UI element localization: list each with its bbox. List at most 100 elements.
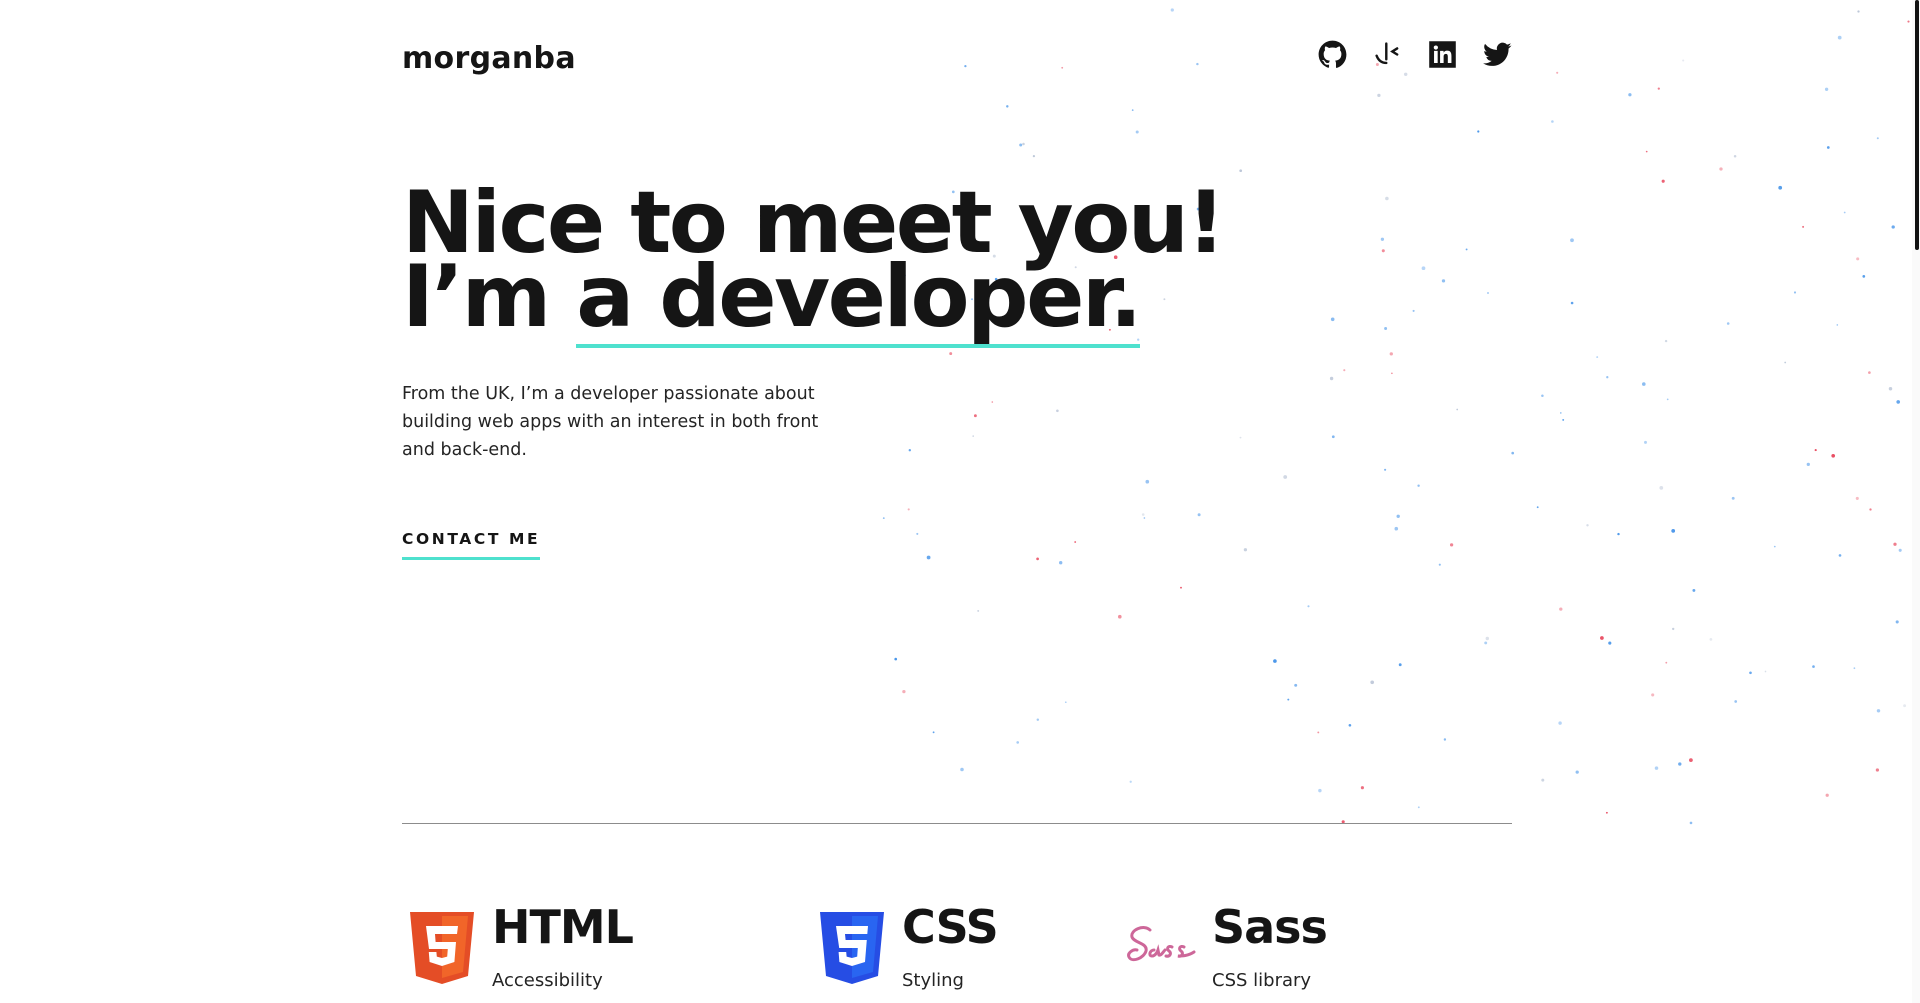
particle-dot <box>1891 225 1895 229</box>
particle-dot <box>1876 709 1881 713</box>
contact-me-button[interactable]: CONTACT ME <box>402 530 541 560</box>
twitter-icon <box>1483 42 1512 66</box>
particle-dot <box>1536 506 1539 509</box>
frontend-mentor-icon <box>1375 42 1399 65</box>
particle-dot <box>1857 10 1860 13</box>
particle-dot <box>1875 768 1880 772</box>
particle-dot <box>1541 778 1545 782</box>
particle-dot <box>1605 811 1608 814</box>
particle-dot <box>1682 59 1685 62</box>
particle-dot <box>1651 693 1655 697</box>
particle-dot <box>1749 671 1752 675</box>
particle-dot <box>1558 721 1562 725</box>
particle-dot <box>1868 371 1871 374</box>
skill-subtitle: Accessibility <box>492 970 603 991</box>
page-scrollbar[interactable] <box>1912 0 1920 1003</box>
particle-dot <box>1559 607 1563 611</box>
particle-dot <box>1666 398 1669 401</box>
github-link[interactable] <box>1318 40 1347 69</box>
particle-dot <box>1654 766 1659 770</box>
particle-dot <box>1608 641 1612 645</box>
main-container: morganba Nice to meet you! I’m a develop… <box>402 0 1512 1003</box>
particle-dot <box>1726 322 1730 325</box>
particle-dot <box>1853 667 1856 670</box>
hero-heading-prefix: I’m <box>402 247 577 347</box>
particle-dot <box>1719 167 1723 171</box>
particle-dot <box>1645 150 1648 153</box>
social-links <box>1318 40 1512 69</box>
particle-dot <box>1586 524 1589 527</box>
twitter-link[interactable] <box>1483 40 1512 69</box>
particle-dot <box>1836 324 1839 326</box>
particle-dot <box>1733 155 1737 158</box>
particle-dot <box>1671 529 1676 533</box>
particle-dot <box>1606 376 1609 379</box>
particle-dot <box>1570 238 1574 243</box>
particle-dot <box>1664 339 1668 343</box>
particle-dot <box>1876 137 1879 140</box>
particle-dot <box>1556 71 1559 74</box>
particle-dot <box>1657 87 1660 90</box>
particle-dot <box>1644 440 1647 444</box>
particle-dot <box>1672 627 1675 631</box>
sass-icon <box>1127 926 1196 962</box>
skill-subtitle: Styling <box>902 970 964 991</box>
particle-dot <box>1731 496 1735 500</box>
particle-dot <box>1855 496 1859 500</box>
particle-dot <box>1843 211 1846 214</box>
particle-dot <box>1661 179 1665 183</box>
particle-dot <box>1793 291 1797 294</box>
linkedin-link[interactable] <box>1428 40 1457 69</box>
site-header: morganba <box>402 36 1512 82</box>
github-icon <box>1318 40 1347 68</box>
hero-description: From the UK, I’m a developer passionate … <box>402 384 819 460</box>
particle-dot <box>1826 146 1830 149</box>
scrollbar-thumb[interactable] <box>1915 0 1919 250</box>
page: morganba Nice to meet you! I’m a develop… <box>0 0 1920 1003</box>
site-logo[interactable]: morganba <box>402 41 576 76</box>
particle-dot <box>1806 462 1810 467</box>
particle-dot <box>1898 548 1902 552</box>
particle-dot <box>1551 120 1554 123</box>
particle-dot <box>1678 762 1682 766</box>
particle-dot <box>1837 35 1842 40</box>
particle-dot <box>1838 554 1842 557</box>
particle-dot <box>1600 636 1604 640</box>
particle-dot <box>1734 700 1738 703</box>
particle-dot <box>1814 449 1817 452</box>
particle-dot <box>1689 821 1693 825</box>
particle-dot <box>1764 670 1767 673</box>
particle-dot <box>1869 508 1872 511</box>
particle-dot <box>1812 665 1815 668</box>
particle-dot <box>1802 225 1805 228</box>
particle-dot <box>1856 257 1860 261</box>
section-divider <box>402 823 1512 824</box>
particle-dot <box>1562 418 1565 421</box>
particle-dot <box>1628 93 1632 97</box>
skill-title: CSS <box>902 900 999 954</box>
particle-dot <box>1896 400 1901 404</box>
skill-title: HTML <box>492 900 634 954</box>
particle-dot <box>1689 758 1693 762</box>
particle-dot <box>1642 382 1646 386</box>
particle-dot <box>1825 793 1829 797</box>
particle-dot <box>1617 532 1620 536</box>
particle-dot <box>1831 453 1836 458</box>
particle-dot <box>1893 542 1897 546</box>
particle-dot <box>1570 301 1574 305</box>
frontend-mentor-link[interactable] <box>1373 40 1402 69</box>
skill-subtitle: CSS library <box>1212 970 1312 991</box>
particle-dot <box>1709 638 1713 641</box>
particle-dot <box>1888 387 1893 391</box>
hero-heading: Nice to meet you! I’m a developer. <box>402 180 1226 348</box>
particle-dot <box>1541 394 1544 397</box>
particle-dot <box>1862 275 1866 278</box>
particle-dot <box>1903 704 1907 708</box>
particle-dot <box>1575 770 1579 774</box>
particle-dot <box>1773 545 1776 548</box>
hero-heading-line2: I’m a developer. <box>402 254 1223 348</box>
particle-dot <box>1560 412 1562 414</box>
linkedin-icon <box>1429 41 1456 68</box>
particle-dot <box>1784 361 1787 364</box>
html5-icon <box>410 912 474 984</box>
